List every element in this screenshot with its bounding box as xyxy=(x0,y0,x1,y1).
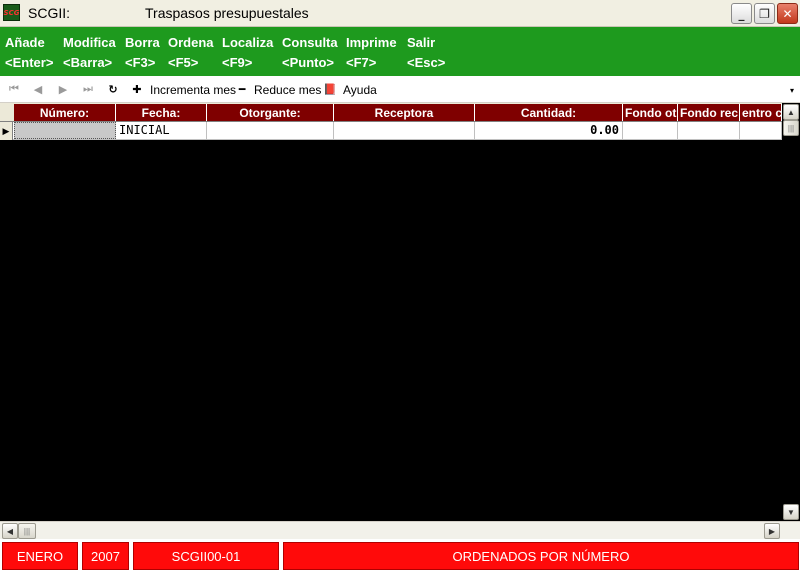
status-code: SCGII00-01 xyxy=(133,542,279,570)
status-month: ENERO xyxy=(2,542,78,570)
cell-otorgante[interactable] xyxy=(207,122,334,139)
menu-modify[interactable]: Modifica <Barra> xyxy=(63,33,116,73)
close-button[interactable]: ✕ xyxy=(777,3,798,24)
menu-modify-label: Modifica xyxy=(63,35,116,50)
menu-print-key: <F7> xyxy=(346,55,377,70)
vertical-scroll-thumb[interactable]: ||| xyxy=(783,120,799,136)
menu-delete[interactable]: Borra <F3> xyxy=(125,33,160,73)
last-record-icon[interactable]: ⏭ xyxy=(81,81,95,97)
menu-delete-label: Borra xyxy=(125,35,160,50)
first-record-icon[interactable]: ⏮ xyxy=(7,81,21,97)
menu-add[interactable]: Añade <Enter> xyxy=(5,33,53,73)
menu-query[interactable]: Consulta <Punto> xyxy=(282,33,338,73)
status-year: 2007 xyxy=(82,542,129,570)
column-header-cantidad[interactable]: Cantidad: xyxy=(475,104,623,121)
status-bar: ENERO 2007 SCGII00-01 ORDENADOS POR NÚME… xyxy=(0,539,800,571)
cell-numero[interactable] xyxy=(14,122,116,139)
menu-modify-key: <Barra> xyxy=(63,55,113,70)
plus-icon[interactable]: ✚ xyxy=(130,81,144,97)
column-header-fondo-rec[interactable]: Fondo rec xyxy=(678,104,740,121)
cell-fecha[interactable]: INICIAL xyxy=(116,122,207,139)
menu-exit[interactable]: Salir <Esc> xyxy=(407,33,445,73)
menu-sort-key: <F5> xyxy=(168,55,199,70)
grid-header: Número: Fecha: Otorgante: Receptora Cant… xyxy=(0,103,782,122)
column-header-receptora[interactable]: Receptora xyxy=(334,104,475,121)
previous-record-icon[interactable]: ◀ xyxy=(31,81,45,97)
command-menu: Añade <Enter> Modifica <Barra> Borra <F3… xyxy=(0,27,800,76)
scroll-up-icon[interactable]: ▲ xyxy=(783,104,799,120)
table-row[interactable]: ▶ INICIAL 0.00 xyxy=(0,122,782,140)
app-logo-icon: SCG xyxy=(3,4,20,21)
window-title: Traspasos presupuestales xyxy=(145,5,309,21)
toolbar-overflow-icon[interactable]: ▾ xyxy=(790,86,794,95)
help-book-icon[interactable]: 📕 xyxy=(323,81,337,97)
vertical-scrollbar[interactable]: ▲ ||| ▼ xyxy=(782,103,800,521)
cell-centro[interactable] xyxy=(740,122,782,139)
menu-locate[interactable]: Localiza <F9> xyxy=(222,33,273,73)
menu-delete-key: <F3> xyxy=(125,55,156,70)
row-indicator-icon[interactable]: ▶ xyxy=(0,122,13,140)
menu-query-label: Consulta xyxy=(282,35,338,50)
column-header-fondo-ot[interactable]: Fondo ot xyxy=(623,104,678,121)
title-bar: SCG SCGII: Traspasos presupuestales _ ❐ … xyxy=(0,0,800,27)
column-header-numero[interactable]: Número: xyxy=(14,104,116,121)
records-grid: Número: Fecha: Otorgante: Receptora Cant… xyxy=(0,103,800,521)
menu-query-key: <Punto> xyxy=(282,55,335,70)
increment-month-button[interactable]: Incrementa mes xyxy=(150,83,236,97)
next-record-icon[interactable]: ▶ xyxy=(56,81,70,97)
menu-exit-label: Salir xyxy=(407,35,436,50)
reduce-month-button[interactable]: Reduce mes xyxy=(254,83,321,97)
menu-exit-key: <Esc> xyxy=(407,55,446,70)
scroll-left-icon[interactable]: ◀ xyxy=(2,523,18,539)
horizontal-scrollbar[interactable]: ◀ ||| ▶ xyxy=(0,521,800,539)
cell-fondo-ot[interactable] xyxy=(623,122,678,139)
minimize-button[interactable]: _ xyxy=(731,3,752,24)
column-header-fecha[interactable]: Fecha: xyxy=(116,104,207,121)
menu-sort[interactable]: Ordena <F5> xyxy=(168,33,214,73)
navigation-toolbar: ⏮ ◀ ▶ ⏭ ↻ ✚ Incrementa mes ━ Reduce mes … xyxy=(0,76,800,103)
scroll-down-icon[interactable]: ▼ xyxy=(783,504,799,520)
help-button[interactable]: Ayuda xyxy=(343,83,377,97)
menu-print-label: Imprime xyxy=(346,35,397,50)
menu-sort-label: Ordena xyxy=(168,35,214,50)
restore-button[interactable]: ❐ xyxy=(754,3,775,24)
app-name: SCGII: xyxy=(28,5,71,21)
menu-add-key: <Enter> xyxy=(5,55,54,70)
menu-locate-label: Localiza xyxy=(222,35,274,50)
column-header-otorgante[interactable]: Otorgante: xyxy=(207,104,334,121)
menu-add-label: Añade xyxy=(5,35,45,50)
refresh-icon[interactable]: ↻ xyxy=(106,81,120,97)
minus-icon[interactable]: ━ xyxy=(235,81,249,97)
menu-print[interactable]: Imprime <F7> xyxy=(346,33,397,73)
menu-locate-key: <F9> xyxy=(222,55,253,70)
cell-cantidad[interactable]: 0.00 xyxy=(475,122,623,139)
column-header-centro[interactable]: entro c xyxy=(740,104,782,121)
cell-fondo-rec[interactable] xyxy=(678,122,740,139)
scroll-right-icon[interactable]: ▶ xyxy=(764,523,780,539)
cell-receptora[interactable] xyxy=(334,122,475,139)
horizontal-scroll-thumb[interactable]: ||| xyxy=(18,523,36,539)
status-message: ORDENADOS POR NÚMERO xyxy=(283,542,799,570)
